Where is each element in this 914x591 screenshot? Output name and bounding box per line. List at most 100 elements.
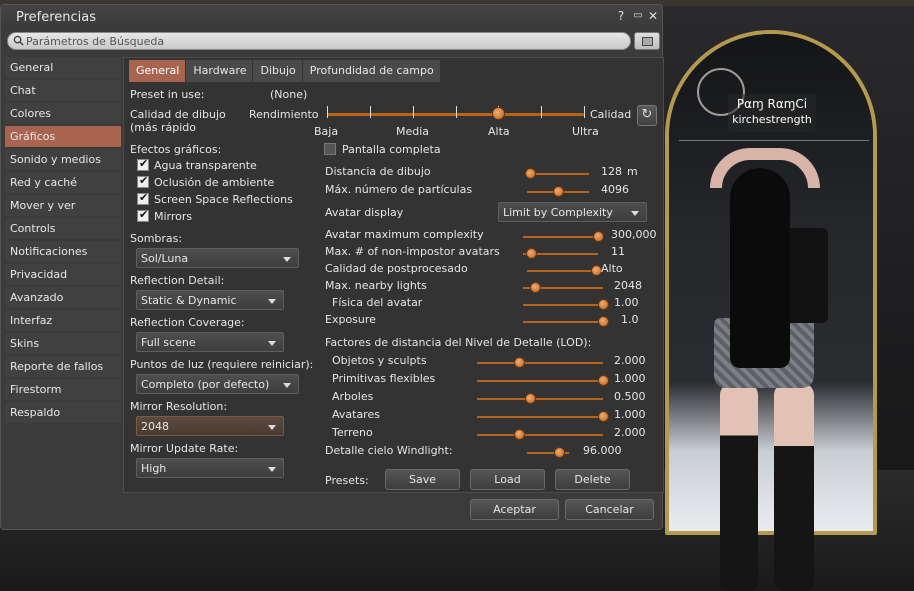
windlight-knob[interactable] [554, 447, 566, 458]
tick-ultra: Ultra [572, 125, 599, 138]
lod-trees-value: 0.500 [614, 390, 646, 403]
sidebar-item-skins[interactable]: Skins [5, 333, 121, 354]
ambient-occlusion-checkbox[interactable] [137, 174, 149, 188]
reflection-coverage-dropdown[interactable]: Full scene [136, 332, 284, 352]
tab-rendering[interactable]: Dibujo [253, 60, 302, 82]
sidebar-item-network[interactable]: Red y caché [5, 172, 121, 193]
fullscreen-label: Pantalla completa [342, 143, 441, 156]
avatar-figure [690, 148, 850, 591]
avatar-leg-right [774, 383, 814, 591]
help-icon[interactable]: ? [615, 9, 627, 23]
sidebar-item-colors[interactable]: Colores [5, 103, 121, 124]
exposure-value: 1.0 [621, 313, 639, 326]
max-particles-label: Máx. número de partículas [325, 183, 473, 196]
sidebar-item-chat[interactable]: Chat [5, 80, 121, 101]
shadows-dropdown[interactable]: Sol/Luna [136, 248, 299, 268]
lod-terrain-value: 2.000 [614, 426, 646, 439]
window-title: Preferencias [16, 10, 97, 25]
non-impostor-knob[interactable] [525, 248, 537, 259]
quality-tick [584, 106, 585, 118]
nearby-lights-value: 2048 [614, 279, 642, 292]
avatar-complexity-knob[interactable] [593, 231, 604, 242]
max-particles-knob[interactable] [553, 186, 564, 197]
quality-tick [413, 106, 414, 118]
lod-avatars-slider[interactable] [477, 416, 603, 418]
mirrors-checkbox[interactable] [137, 208, 149, 222]
draw-distance-unit: m [627, 165, 638, 178]
avatar-complexity-slider[interactable] [523, 236, 598, 238]
sidebar-item-firestorm[interactable]: Firestorm [5, 379, 121, 400]
tab-depth-of-field[interactable]: Profundidad de campo [302, 60, 440, 82]
search-input[interactable]: Parámetros de Búsqueda [7, 32, 631, 50]
lod-objects-label: Objetos y sculpts [332, 354, 427, 367]
sidebar-item-sound[interactable]: Sonido y medios [5, 149, 121, 170]
windlight-label: Detalle cielo Windlight: [325, 444, 453, 457]
search-options-button[interactable] [634, 32, 660, 50]
lod-trees-slider[interactable] [477, 398, 603, 400]
lod-avatars-knob[interactable] [598, 411, 609, 422]
sidebar-item-privacy[interactable]: Privacidad [5, 264, 121, 285]
postprocess-value: Alto [601, 262, 623, 275]
mirror-resolution-label: Mirror Resolution: [130, 400, 228, 413]
lod-trees-knob[interactable] [524, 393, 536, 404]
avatar-leg-left [720, 383, 758, 591]
ok-button[interactable]: Aceptar [470, 499, 559, 520]
avatar-physics-value: 1.00 [614, 296, 639, 309]
quality-slider-knob[interactable] [492, 107, 505, 120]
save-preset-button[interactable]: Save [385, 469, 460, 490]
tab-hardware[interactable]: Hardware [186, 60, 253, 82]
avatar-display-dropdown[interactable]: Limit by Complexity [498, 202, 647, 222]
quality-tick [456, 106, 457, 118]
tab-general[interactable]: General [129, 60, 186, 82]
reflection-detail-dropdown[interactable]: Static & Dynamic [136, 290, 284, 310]
title-bar[interactable]: Preferencias ? ▭ ✕ [1, 5, 662, 29]
quality-label-sub: (más rápido [130, 121, 196, 134]
sidebar-item-backup[interactable]: Respaldo [5, 402, 121, 423]
delete-preset-button[interactable]: Delete [555, 469, 630, 490]
mirror-update-rate-dropdown[interactable]: High [136, 458, 284, 478]
effects-label: Efectos gráficos: [130, 143, 222, 156]
mirror-resolution-dropdown[interactable]: 2048 [136, 416, 284, 436]
nearby-lights-knob[interactable] [530, 282, 541, 293]
sidebar-item-crash-reports[interactable]: Reporte de fallos [5, 356, 121, 377]
close-icon[interactable]: ✕ [647, 9, 659, 23]
lod-terrain-knob[interactable] [513, 429, 525, 440]
minimize-icon[interactable]: ▭ [632, 9, 644, 23]
lod-avatars-label: Avatares [332, 408, 380, 421]
window-icon [642, 37, 653, 46]
ssr-checkbox[interactable] [137, 191, 149, 205]
exposure-knob[interactable] [598, 316, 609, 327]
sidebar-item-interface[interactable]: Interfaz [5, 310, 121, 331]
draw-distance-value: 128 [601, 165, 622, 178]
draw-distance-knob[interactable] [525, 168, 537, 179]
avatar-physics-slider[interactable] [523, 304, 603, 306]
sidebar-item-advanced[interactable]: Avanzado [5, 287, 121, 308]
performance-label: Rendimiento [249, 108, 319, 121]
sidebar-item-notifications[interactable]: Notificaciones [5, 241, 121, 262]
postprocess-slider[interactable] [527, 270, 596, 272]
reset-quality-button[interactable]: ↻ [637, 105, 657, 126]
avatar-physics-knob[interactable] [598, 299, 609, 310]
refresh-icon: ↻ [641, 107, 653, 122]
draw-distance-slider[interactable] [527, 173, 589, 175]
sidebar-item-move[interactable]: Mover y ver [5, 195, 121, 216]
sidebar-item-graphics[interactable]: Gráficos [5, 126, 121, 147]
exposure-slider[interactable] [523, 321, 603, 323]
lod-objects-slider[interactable] [477, 362, 603, 364]
transparent-water-checkbox[interactable] [137, 157, 149, 171]
lod-terrain-slider[interactable] [477, 434, 603, 436]
fullscreen-checkbox[interactable] [324, 143, 336, 155]
transparent-water-label: Agua transparente [154, 159, 257, 172]
sidebar-item-controls[interactable]: Controls [5, 218, 121, 239]
avatar-nametag: Pαɱ RαɱCi kirchestrength [728, 94, 816, 132]
cancel-button[interactable]: Cancelar [565, 499, 654, 520]
lod-flexi-slider[interactable] [477, 380, 603, 382]
lod-objects-knob[interactable] [513, 357, 525, 368]
nearby-lights-label: Max. nearby lights [325, 279, 427, 292]
sidebar-item-general[interactable]: General [5, 57, 121, 78]
load-preset-button[interactable]: Load [470, 469, 545, 490]
preferences-window: Preferencias ? ▭ ✕ Parámetros de Búsqued… [0, 4, 664, 530]
lights-dropdown[interactable]: Completo (por defecto) [136, 374, 299, 394]
lod-flexi-knob[interactable] [598, 375, 609, 386]
avatar-physics-label: Física del avatar [332, 296, 423, 309]
